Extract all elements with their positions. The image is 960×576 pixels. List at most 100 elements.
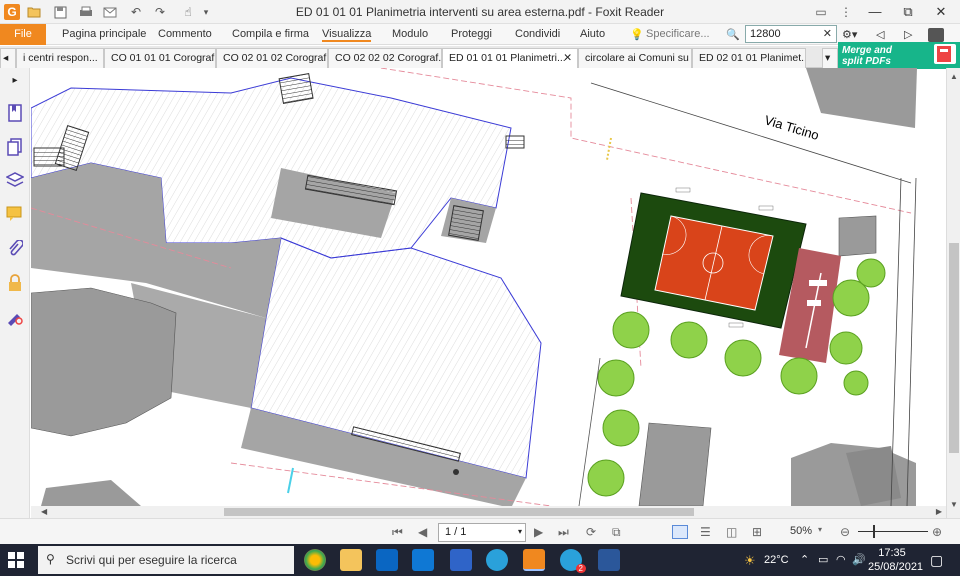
continuous-view-icon[interactable]: ☰ [700,525,711,539]
menu-comment[interactable]: Commento [158,28,212,40]
page-number-field[interactable]: 1 / 1 ▾ [438,523,526,542]
tab-document-6[interactable]: circolare ai Comuni su ... [578,48,692,68]
menu-file[interactable]: File [0,24,46,45]
weather-sun-icon[interactable]: ☀ [744,553,756,569]
horizontal-scroll-thumb[interactable] [224,508,694,516]
vertical-scrollbar[interactable]: ▲ ▼ [946,68,960,518]
taskbar-search-placeholder: Scrivi qui per eseguire la ricerca [66,553,237,567]
tell-me-field[interactable]: Specificare... [646,28,710,40]
tab-document-7[interactable]: ED 02 01 01 Planimet... [692,48,806,68]
zoom-dropdown-icon[interactable]: ▾ [818,525,822,534]
tab-document-2[interactable]: CO 01 01 01 Corograf... [104,48,216,68]
merge-split-banner[interactable]: Merge and split PDFs [838,42,960,69]
foxit-reader-taskbar-icon[interactable] [523,549,545,571]
maximize-button[interactable]: ⧉ [893,2,923,22]
settings-gear-icon[interactable]: ⚙▾ [842,28,857,41]
tab-document-4[interactable]: CO 02 02 02 Corograf... [328,48,442,68]
document-tab-bar: ◂ i centri respon... CO 01 01 01 Corogra… [0,46,960,68]
attachments-icon[interactable] [6,239,24,258]
banner-pdf-icon [934,44,956,64]
previous-page-icon[interactable]: ◀ [418,525,427,539]
facing-view-icon[interactable]: ◫ [726,525,737,539]
clear-icon[interactable]: ✕ [823,26,832,42]
scroll-right-icon[interactable]: ▶ [936,507,942,516]
minimize-button[interactable]: — [860,2,890,22]
scroll-up-icon[interactable]: ▲ [950,72,958,81]
notification-center-icon[interactable]: ▢ [930,552,943,569]
tab-document-active[interactable]: ED 01 01 01 Planimetri... ✕ [442,48,578,68]
horizontal-scrollbar[interactable]: ◀ ▶ [31,506,946,518]
wifi-icon[interactable]: ◠ [836,553,846,566]
tabs-dropdown-icon[interactable]: ▾ [822,48,838,68]
zoom-out-icon[interactable]: ⊖ [840,525,850,539]
tabs-scroll-left-icon[interactable]: ◂ [0,48,16,68]
page-dropdown-icon[interactable]: ▾ [518,527,522,536]
next-result-icon[interactable]: ▷ [904,28,912,41]
telegram-desktop-icon[interactable]: 2 [560,549,586,573]
tab-active-label: ED 01 01 01 Planimetri... [449,52,566,64]
street-label: Via Ticino [763,112,821,143]
telegram-icon[interactable] [486,549,508,571]
single-page-view-icon[interactable] [672,525,688,539]
prev-result-icon[interactable]: ◁ [876,28,884,41]
zoom-slider[interactable] [858,531,928,532]
taskbar-search-icon: ⚲ [46,552,55,566]
word-icon[interactable] [598,549,620,571]
scroll-left-icon[interactable]: ◀ [41,507,47,516]
menu-help[interactable]: Aiuto [580,28,605,40]
menu-fill-sign[interactable]: Compila e firma [232,28,309,40]
last-page-icon[interactable]: ⏭ [558,525,569,540]
clock-date[interactable]: 25/08/2021 [868,561,923,573]
signature-tool-icon[interactable] [6,308,24,326]
menu-view[interactable]: Visualizza [322,28,372,42]
tab-close-icon[interactable]: ✕ [563,52,572,64]
sports-field [620,187,807,329]
mail-icon[interactable] [412,549,434,571]
scroll-down-icon[interactable]: ▼ [950,500,958,509]
layers-icon[interactable] [5,172,25,190]
close-button[interactable]: ✕ [926,2,956,22]
tab-document-3[interactable]: CO 02 01 02 Corograf... [216,48,328,68]
rotate-view-icon[interactable]: ⟳ [586,525,596,539]
zoom-level[interactable]: 50% [790,525,812,537]
clock-time[interactable]: 17:35 [870,547,914,559]
sidebar-expand-icon[interactable]: ▸ [6,72,24,90]
microsoft-store-icon[interactable] [376,549,398,571]
outlook-icon[interactable] [450,549,472,571]
windows-taskbar: ⚲ Scrivi qui per eseguire la ricerca 2 ☀… [0,544,960,576]
document-canvas[interactable]: Via Ticino [31,68,917,506]
chrome-icon[interactable] [304,549,326,571]
comments-icon[interactable] [6,206,24,224]
title-bar: G ↶ ↷ ☝ ▾ ED 01 01 01 Planimetria interv… [0,0,960,24]
vertical-scroll-thumb[interactable] [949,243,959,453]
search-input[interactable]: 12800 ✕ [745,25,837,43]
next-page-icon[interactable]: ▶ [534,525,543,539]
menu-share[interactable]: Condividi [515,28,560,40]
pages-thumbnails-icon[interactable] [6,138,24,156]
weather-temperature[interactable]: 22°C [764,554,789,566]
network-icon[interactable]: ▭ [818,553,828,566]
search-panel-icon[interactable]: ▭ [813,4,829,20]
windows-start-icon[interactable] [8,552,24,571]
tab-document-1[interactable]: i centri respon... [16,48,104,68]
taskbar-search-input[interactable]: ⚲ Scrivi qui per eseguire la ricerca [38,546,294,574]
volume-icon[interactable]: 🔊 [852,553,866,566]
lightbulb-icon: 💡 [630,29,644,41]
copy-page-icon[interactable]: ⧉ [612,525,621,540]
bookmarks-icon[interactable] [6,104,24,122]
find-icon[interactable]: 🔍 [726,28,740,41]
account-icon[interactable] [928,28,944,42]
zoom-slider-thumb[interactable] [873,525,875,538]
tray-expand-icon[interactable]: ⌃ [800,553,809,566]
continuous-facing-view-icon[interactable]: ⊞ [752,525,762,539]
security-lock-icon[interactable] [6,274,24,292]
search-input-value: 12800 [750,28,781,40]
file-explorer-icon[interactable] [340,549,362,571]
first-page-icon[interactable]: ⏮ [392,525,403,540]
left-sidebar: ▸ [0,68,30,518]
menu-protect[interactable]: Proteggi [451,28,492,40]
menu-home[interactable]: Pagina principale [62,28,146,40]
zoom-in-icon[interactable]: ⊕ [932,525,942,539]
ribbon-options-icon[interactable]: ⋮ [838,4,854,20]
menu-form[interactable]: Modulo [392,28,428,40]
